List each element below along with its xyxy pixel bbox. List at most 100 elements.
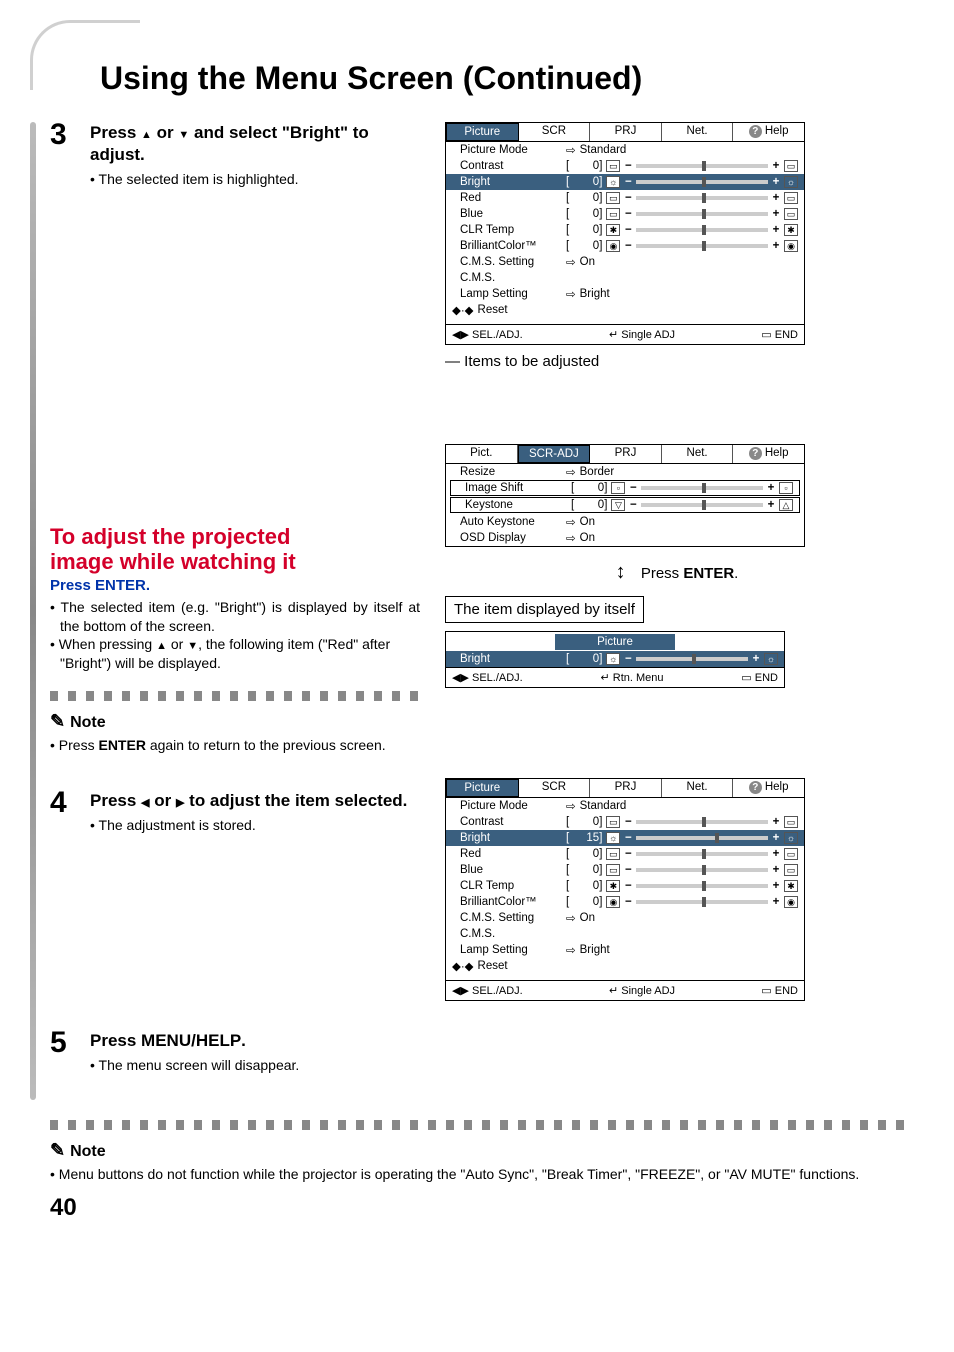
row-bright[interactable]: Bright[15]☼−+☼ (446, 830, 804, 846)
s5post: . (241, 1031, 246, 1050)
m3-row-pm[interactable]: Picture Mode Standard (446, 798, 804, 814)
bright-right-icon: ☼ (784, 176, 798, 188)
row-lamp[interactable]: Lamp Setting Bright (446, 286, 804, 302)
down-triangle-icon (178, 123, 189, 142)
tab-prj[interactable]: PRJ (590, 123, 662, 141)
num-is: 0 (574, 482, 604, 494)
row-blue[interactable]: Blue[0]▭−+▭ (446, 862, 804, 878)
row-keystone[interactable]: Keystone [0] ▽−+△ (450, 497, 800, 513)
b2pre: When pressing (59, 636, 156, 652)
pe2post: . (734, 565, 738, 582)
item-displayed-box: The item displayed by itself (445, 596, 644, 623)
bot-sel: SEL./ADJ. (452, 328, 523, 341)
up-triangle-icon (141, 123, 152, 142)
bright-left-icon: ☼ (606, 832, 620, 844)
row-cms[interactable]: C.M.S. (446, 270, 804, 286)
row-autokeystone[interactable]: Auto Keystone On (446, 514, 804, 530)
single-bright-row[interactable]: Bright [0] ☼−+☼ (446, 651, 784, 667)
note-divider (50, 691, 420, 701)
lbl-osd: OSD Display (452, 532, 562, 544)
row-red[interactable]: Red[0]▭−+▭ (446, 190, 804, 206)
lbl-clr_temp: CLR Temp (452, 224, 562, 236)
pe-post: . (146, 577, 150, 594)
single-title: Picture (555, 634, 675, 650)
step5-heading: Press MENU/HELP. (90, 1030, 420, 1052)
bright-left-icon: ☼ (606, 653, 620, 665)
single-bottom-bar: SEL./ADJ. Rtn. Menu END (446, 667, 784, 687)
tab2-prj[interactable]: PRJ (590, 445, 662, 463)
row-brilliant[interactable]: BrilliantColor™[0]◉−+◉ (446, 894, 804, 910)
val-ak: On (580, 516, 595, 528)
left-triangle-icon (141, 791, 149, 810)
contrast-left-icon: ▭ (606, 160, 620, 172)
val-cmss: On (580, 256, 595, 268)
tab-picture[interactable]: Picture (446, 123, 519, 141)
corner-ornament (30, 20, 140, 90)
menu1-bottom-bar: SEL./ADJ. Single ADJ END (446, 324, 804, 344)
menu1-tabs: Picture SCR PRJ Net. Help (446, 123, 804, 142)
tab-scr[interactable]: SCR (519, 123, 591, 141)
red-left-icon: ▭ (606, 848, 620, 860)
tab3-prj[interactable]: PRJ (590, 779, 662, 797)
row-cms-setting[interactable]: C.M.S. Setting On (446, 254, 804, 270)
row-blue[interactable]: Blue[0]▭−+▭ (446, 206, 804, 222)
lbl-contrast: Contrast (452, 160, 562, 172)
tab3-net[interactable]: Net. (662, 779, 734, 797)
step-number-3: 3 (50, 118, 67, 152)
red-heading-1: To adjust the projected (50, 524, 420, 549)
lbl-blue: Blue (452, 864, 562, 876)
tab2-pict[interactable]: Pict. (446, 445, 518, 463)
slider-left-icon: ▫ (611, 482, 625, 494)
m3-row-lamp[interactable]: Lamp Setting Bright (446, 942, 804, 958)
num-contrast: 0 (569, 816, 599, 828)
lbl-bright: Bright (452, 832, 562, 844)
row-resize[interactable]: Resize Border (446, 464, 804, 480)
red-heading-2: image while watching it (50, 549, 420, 574)
tab2-help[interactable]: Help (733, 445, 804, 463)
row-contrast[interactable]: Contrast[0]▭−+▭ (446, 158, 804, 174)
tab3-help[interactable]: Help (733, 779, 804, 797)
lbl-cms: C.M.S. (452, 272, 562, 284)
menu-panel-3: Picture SCR PRJ Net. Help Picture Mode S… (445, 778, 805, 1001)
menu3-tabs: Picture SCR PRJ Net. Help (446, 779, 804, 798)
lbl-ak: Auto Keystone (452, 516, 562, 528)
row-osd[interactable]: OSD Display On (446, 530, 804, 546)
snum: 0 (569, 653, 599, 665)
tab3-picture[interactable]: Picture (446, 779, 519, 797)
lbl-red: Red (452, 848, 562, 860)
row-clr_temp[interactable]: CLR Temp[0]✱−+✱ (446, 878, 804, 894)
pointer-icon (566, 515, 576, 529)
row-reset[interactable]: Reset (446, 302, 804, 318)
lbl-is: Image Shift (457, 482, 567, 494)
num-clr_temp: 0 (569, 224, 599, 236)
row-imageshift[interactable]: Image Shift [0] ▫−+▫ (450, 480, 800, 496)
row-red[interactable]: Red[0]▭−+▭ (446, 846, 804, 862)
sb-end: END (741, 671, 778, 684)
row-contrast[interactable]: Contrast[0]▭−+▭ (446, 814, 804, 830)
tab-net[interactable]: Net. (662, 123, 734, 141)
bottom-note-block: Note Menu buttons do not function while … (50, 1120, 904, 1184)
slbl: Bright (452, 653, 562, 665)
val-pm: Standard (580, 144, 627, 156)
tab-help[interactable]: Help (733, 123, 804, 141)
m3-row-cmss[interactable]: C.M.S. Setting On (446, 910, 804, 926)
brilliant-right-icon: ◉ (784, 896, 798, 908)
m3-val-lamp: Bright (580, 944, 610, 956)
tab2-scradj[interactable]: SCR-ADJ (518, 445, 591, 463)
row-picture-mode[interactable]: Picture Mode Standard (446, 142, 804, 158)
contrast-right-icon: ▭ (784, 160, 798, 172)
step3-heading: Press or and select "Bright" to adjust. (90, 122, 420, 166)
m3-row-reset[interactable]: Reset (446, 958, 804, 974)
note1-text: Press ENTER again to return to the previ… (50, 736, 420, 755)
num-bright: 0 (569, 176, 599, 188)
blue-left-icon: ▭ (606, 864, 620, 876)
row-clr_temp[interactable]: CLR Temp[0]✱−+✱ (446, 222, 804, 238)
tab3-scr[interactable]: SCR (519, 779, 591, 797)
pointer-icon (566, 143, 576, 157)
menu-panel-2: Pict. SCR-ADJ PRJ Net. Help Resize Borde… (445, 444, 805, 547)
row-brilliant[interactable]: BrilliantColor™[0]◉−+◉ (446, 238, 804, 254)
tab2-net[interactable]: Net. (662, 445, 734, 463)
row-bright[interactable]: Bright[0]☼−+☼ (446, 174, 804, 190)
m3-row-cms[interactable]: C.M.S. (446, 926, 804, 942)
note-label-2: Note (50, 1140, 904, 1161)
